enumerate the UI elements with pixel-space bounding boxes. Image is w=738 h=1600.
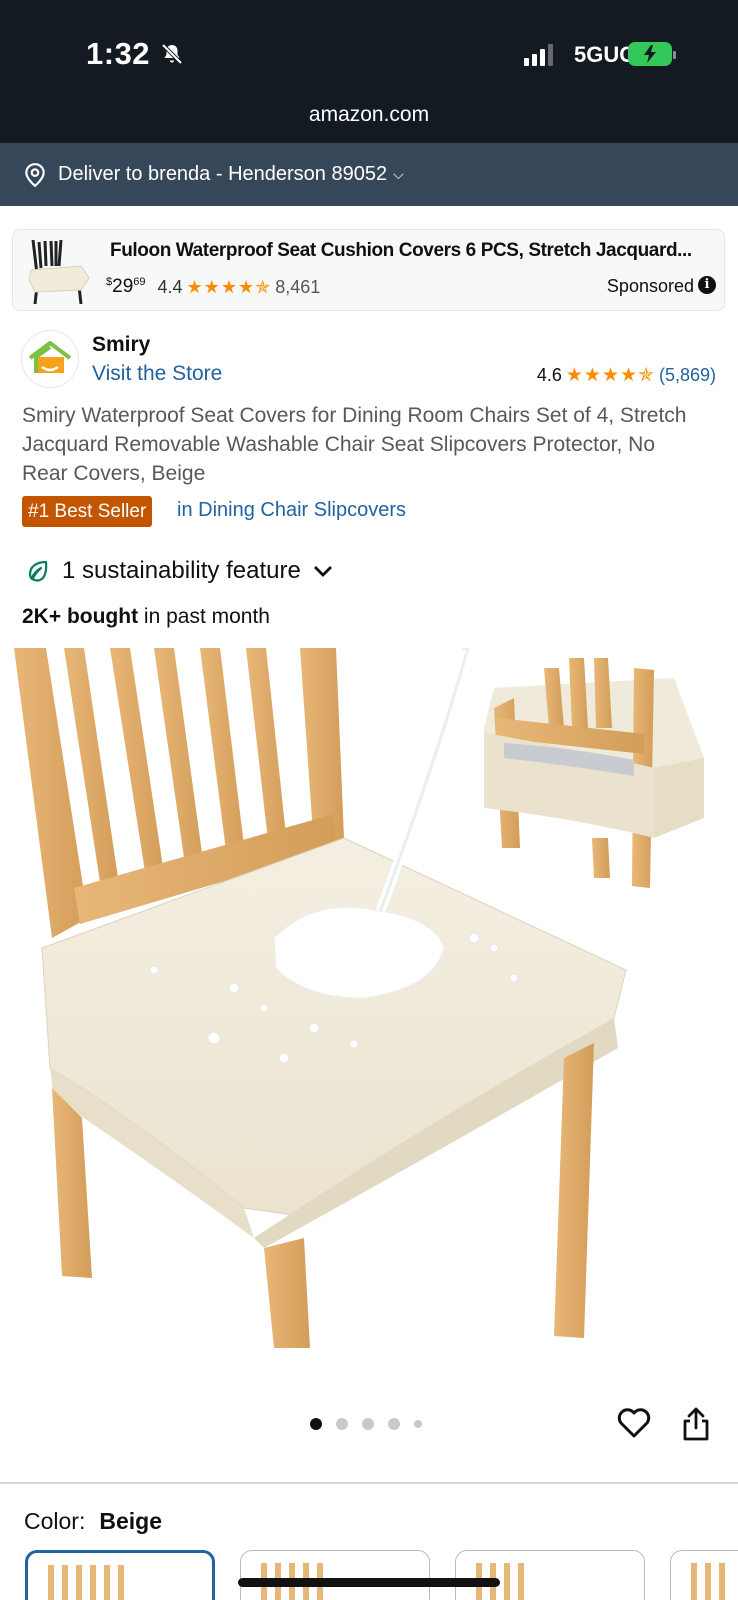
carousel-dot[interactable] bbox=[414, 1420, 422, 1428]
bought-period: in past month bbox=[138, 605, 270, 628]
silent-bell-icon bbox=[161, 43, 183, 65]
image-carousel-indicator[interactable] bbox=[310, 1418, 422, 1430]
best-seller-category-link[interactable]: in Dining Chair Slipcovers bbox=[177, 499, 406, 522]
carousel-dot[interactable] bbox=[310, 1418, 322, 1430]
carousel-dot[interactable] bbox=[362, 1418, 374, 1430]
price-dollars: 29 bbox=[112, 276, 134, 297]
carousel-dot[interactable] bbox=[336, 1418, 348, 1430]
share-icon[interactable] bbox=[681, 1406, 711, 1442]
chevron-down-icon: ⌵ bbox=[393, 166, 404, 182]
price-symbol: $ bbox=[106, 276, 113, 288]
price-cents: 69 bbox=[133, 276, 146, 288]
sponsored-rating: 4.4 bbox=[157, 276, 183, 297]
browser-header: 1:32 5GUC amazon.com bbox=[0, 0, 738, 143]
sustainability-text: 1 sustainability feature bbox=[62, 557, 301, 584]
product-rating[interactable]: 4.6 ★★★★✯ (5,869) bbox=[537, 364, 716, 387]
network-type: 5GUC bbox=[574, 42, 636, 67]
color-value: Beige bbox=[99, 1508, 162, 1534]
sponsored-product-thumbnail bbox=[28, 239, 90, 305]
color-swatch-beige[interactable] bbox=[25, 1550, 215, 1600]
rating-value: 4.6 bbox=[536, 365, 562, 385]
carousel-dot[interactable] bbox=[388, 1418, 400, 1430]
sustainability-toggle[interactable]: 1 sustainability feature bbox=[26, 557, 345, 585]
cell-signal-icon bbox=[524, 44, 553, 66]
sponsored-product-card[interactable]: Fuloon Waterproof Seat Cushion Covers 6 … bbox=[12, 229, 725, 311]
sponsored-label: Sponsored bbox=[606, 276, 694, 296]
brand-name: Smiry bbox=[92, 333, 151, 356]
color-swatch[interactable] bbox=[455, 1550, 645, 1600]
bought-count: 2K+ bought bbox=[22, 605, 139, 628]
visit-store-link[interactable]: Visit the Store bbox=[92, 362, 222, 386]
home-indicator[interactable] bbox=[238, 1578, 500, 1587]
sponsored-review-count: 8,461 bbox=[275, 276, 321, 297]
status-time: 1:32 bbox=[86, 36, 151, 71]
brand-logo[interactable] bbox=[22, 331, 78, 387]
color-selector-label: Color: Beige bbox=[24, 1508, 162, 1535]
review-count-link[interactable]: (5,869) bbox=[659, 365, 716, 386]
battery-icon bbox=[628, 42, 676, 66]
leaf-icon bbox=[28, 560, 48, 582]
location-pin-icon bbox=[25, 162, 45, 187]
product-title: Smiry Waterproof Seat Covers for Dining … bbox=[22, 404, 687, 485]
info-icon[interactable]: i bbox=[698, 276, 716, 294]
deliver-to-text: Deliver to brenda - Henderson 89052 bbox=[58, 163, 388, 185]
product-main-image[interactable] bbox=[14, 648, 724, 1368]
bought-in-past-month: 2K+ bought in past month bbox=[22, 605, 270, 629]
url-bar[interactable]: amazon.com bbox=[0, 103, 738, 127]
sponsored-product-title[interactable]: Fuloon Waterproof Seat Cushion Covers 6 … bbox=[110, 240, 692, 262]
heart-icon[interactable] bbox=[617, 1407, 651, 1439]
color-swatch[interactable] bbox=[240, 1550, 430, 1600]
rating-stars-icon: ★★★★✯ bbox=[186, 276, 272, 297]
color-swatch[interactable] bbox=[670, 1550, 738, 1600]
best-seller-badge[interactable]: #1 Best Seller bbox=[22, 496, 153, 527]
sponsored-price-rating-row: $ 29 69 4.4 ★★★★✯ 8,461 bbox=[106, 276, 320, 298]
deliver-to-bar[interactable]: Deliver to brenda - Henderson 89052 ⌵ bbox=[0, 143, 738, 206]
color-label: Color: bbox=[24, 1508, 86, 1534]
chevron-down-icon bbox=[313, 566, 332, 577]
section-divider bbox=[0, 1482, 738, 1484]
rating-stars-icon: ★★★★✯ bbox=[565, 365, 655, 386]
